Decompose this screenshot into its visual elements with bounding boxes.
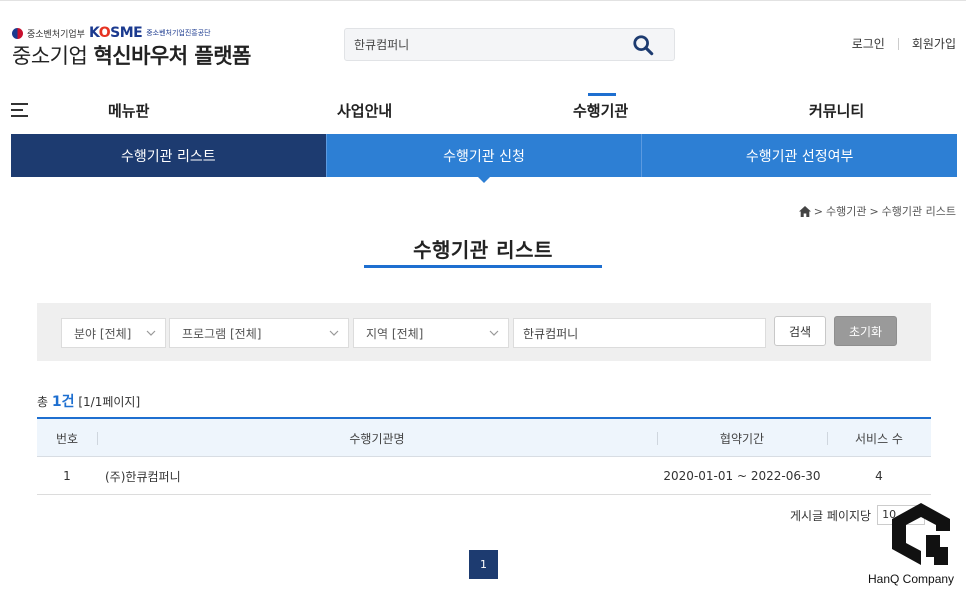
table-row[interactable]: 1 (주)한큐컴퍼니 2020-01-01 ~ 2022-06-30 4 xyxy=(37,457,931,495)
per-page-label: 게시글 페이지당 xyxy=(790,508,872,523)
gnb-business[interactable]: 사업안내 xyxy=(337,100,392,121)
hanq-logo-icon xyxy=(892,503,950,565)
cell-period: 2020-01-01 ~ 2022-06-30 xyxy=(663,469,821,483)
gnb-menu[interactable]: 메뉴판 xyxy=(108,100,149,121)
top-border xyxy=(0,0,966,1)
signup-link[interactable]: 회원가입 xyxy=(912,35,956,52)
reset-button[interactable]: 초기화 xyxy=(834,316,897,346)
gnb-community[interactable]: 커뮤니티 xyxy=(809,100,864,121)
chevron-down-icon xyxy=(146,330,156,336)
search-button[interactable]: 검색 xyxy=(774,316,826,346)
tab-agency-list[interactable]: 수행기관 리스트 xyxy=(11,134,326,177)
global-search-input[interactable] xyxy=(345,29,625,60)
program-select-value: 프로그램 [전체] xyxy=(182,326,262,341)
org-logos[interactable]: 중소벤처기업부 KOSME 중소벤처기업진흥공단 xyxy=(12,25,211,41)
col-name: 수행기관명 xyxy=(349,431,405,446)
gnb-active-indicator xyxy=(588,93,616,96)
chevron-down-icon xyxy=(489,330,499,336)
site-title-plain: 중소기업 xyxy=(12,44,88,68)
breadcrumb-current: 수행기관 리스트 xyxy=(881,205,956,218)
government-emblem-icon xyxy=(12,27,23,39)
keyword-input[interactable] xyxy=(513,318,766,348)
agency-table: 번호 수행기관명 협약기간 서비스 수 1 (주)한큐컴퍼니 2020-01-0… xyxy=(37,417,931,495)
col-period: 협약기간 xyxy=(719,431,765,446)
gov-name: 중소벤처기업부 xyxy=(27,29,85,40)
kosme-logo: KOSME xyxy=(88,25,143,41)
title-underline xyxy=(364,265,602,268)
region-select-value: 지역 [전체] xyxy=(366,326,424,341)
table-header: 번호 수행기관명 협약기간 서비스 수 xyxy=(37,417,931,457)
divider xyxy=(897,37,899,50)
cell-services: 4 xyxy=(875,469,883,483)
home-icon[interactable] xyxy=(798,205,811,217)
filter-bar: 분야 [전체] 프로그램 [전체] 지역 [전체] 검색 초기화 xyxy=(37,303,931,361)
region-select[interactable]: 지역 [전체] xyxy=(353,318,509,348)
tab-agency-selection[interactable]: 수행기관 선정여부 xyxy=(641,134,958,177)
breadcrumb: > 수행기관 > 수행기관 리스트 xyxy=(798,203,956,219)
chevron-down-icon xyxy=(329,330,339,336)
breadcrumb-item[interactable]: 수행기관 xyxy=(826,203,866,219)
count-pages: [1/1페이지] xyxy=(78,395,141,409)
count-total: 1건 xyxy=(51,394,75,410)
count-prefix: 총 xyxy=(37,395,49,409)
field-select-value: 분야 [전체] xyxy=(74,326,132,341)
hamburger-icon[interactable] xyxy=(11,103,28,117)
watermark-text: HanQ Company xyxy=(868,572,955,586)
sub-tabs: 수행기관 리스트 수행기관 신청 수행기관 선정여부 xyxy=(11,134,958,183)
login-link[interactable]: 로그인 xyxy=(852,35,885,52)
cell-number: 1 xyxy=(63,469,71,483)
cell-name[interactable]: (주)한큐컴퍼니 xyxy=(105,457,181,495)
page-title: 수행기관 리스트 xyxy=(413,238,553,262)
col-services: 서비스 수 xyxy=(855,431,903,446)
gnb-agencies[interactable]: 수행기관 xyxy=(573,100,628,121)
utility-links: 로그인 회원가입 xyxy=(852,35,956,52)
kosme-subtitle: 중소벤처기업진흥공단 xyxy=(146,29,211,37)
site-title[interactable]: 중소기업 혁신바우처 플랫폼 xyxy=(12,40,251,70)
global-search xyxy=(344,28,675,61)
site-title-bold: 혁신바우처 플랫폼 xyxy=(93,44,251,68)
tab-agency-apply[interactable]: 수행기관 신청 xyxy=(325,134,642,183)
field-select[interactable]: 분야 [전체] xyxy=(61,318,166,348)
result-count: 총 1건 [1/1페이지] xyxy=(37,391,140,411)
program-select[interactable]: 프로그램 [전체] xyxy=(169,318,349,348)
search-icon[interactable] xyxy=(632,34,654,56)
page-button-current[interactable]: 1 xyxy=(469,550,498,579)
col-number: 번호 xyxy=(55,431,79,446)
